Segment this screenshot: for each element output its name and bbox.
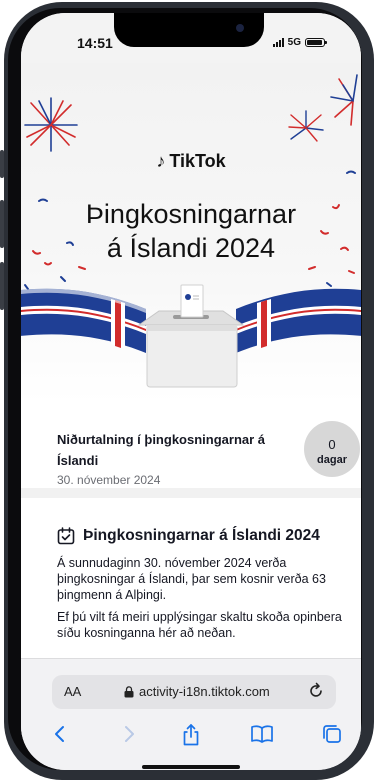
share-icon[interactable] xyxy=(181,723,201,747)
url-display[interactable]: activity-i18n.tiktok.com xyxy=(124,684,270,699)
countdown-title: Niðurtalning í þingkosningarnar á Ísland… xyxy=(57,432,266,468)
info-paragraph-1: Á sunnudaginn 30. nóvember 2024 verða þi… xyxy=(57,556,326,602)
hero-title-line1: Þingkosningarnar xyxy=(85,199,297,229)
reader-aa-button[interactable]: AA xyxy=(64,684,81,699)
info-title: Þingkosningarnar á Íslandi 2024 xyxy=(83,527,320,544)
back-icon[interactable] xyxy=(52,723,68,745)
firework-left xyxy=(24,97,78,152)
browser-toolbar xyxy=(21,723,361,753)
network-type: 5G xyxy=(287,37,301,48)
signal-icon xyxy=(272,38,284,47)
brand-name: TikTok xyxy=(169,151,226,171)
hero-banner: ♪ TikTok Þingkosningarnar á Íslandi 2024 xyxy=(21,63,361,403)
tiktok-note-icon: ♪ xyxy=(156,151,166,171)
forward-icon[interactable] xyxy=(121,723,137,745)
tabs-icon[interactable] xyxy=(321,723,343,745)
hero-title-line2: á Íslandi 2024 xyxy=(106,233,276,263)
calendar-check-icon xyxy=(57,527,75,545)
url-text: activity-i18n.tiktok.com xyxy=(139,684,270,699)
flag-ribbon-right xyxy=(236,288,361,353)
front-camera xyxy=(236,24,244,32)
ballot-box-icon xyxy=(137,284,245,388)
days-label: dagar xyxy=(317,454,347,466)
status-bar: 14:51 5G xyxy=(21,13,361,63)
address-bar[interactable]: AA activity-i18n.tiktok.com xyxy=(52,675,336,709)
bookmarks-icon[interactable] xyxy=(250,723,274,745)
screen: 14:51 5G ♪ TikTok Þingkosningarnar á Ísl… xyxy=(21,13,361,770)
days-remaining-badge: 0 dagar xyxy=(304,421,360,477)
countdown-date: 30. nóvember 2024 xyxy=(57,473,161,487)
info-paragraph-2: Ef þú vilt fá meiri upplýsingar skaltu s… xyxy=(57,610,342,640)
tiktok-logo: ♪ TikTok xyxy=(21,151,361,172)
battery-icon xyxy=(305,38,327,47)
info-heading: Þingkosningarnar á Íslandi 2024 xyxy=(57,527,320,545)
firework-right-small xyxy=(288,110,324,142)
firework-right xyxy=(330,74,358,126)
flag-ribbon-left xyxy=(21,288,146,353)
status-icons: 5G xyxy=(272,37,327,48)
hero-title: Þingkosningarnar á Íslandi 2024 xyxy=(21,197,361,265)
status-time: 14:51 xyxy=(77,35,113,51)
days-value: 0 xyxy=(328,437,336,452)
home-indicator[interactable] xyxy=(142,765,240,769)
lock-icon xyxy=(124,685,134,697)
notch xyxy=(114,13,264,47)
reload-icon[interactable] xyxy=(306,681,326,701)
